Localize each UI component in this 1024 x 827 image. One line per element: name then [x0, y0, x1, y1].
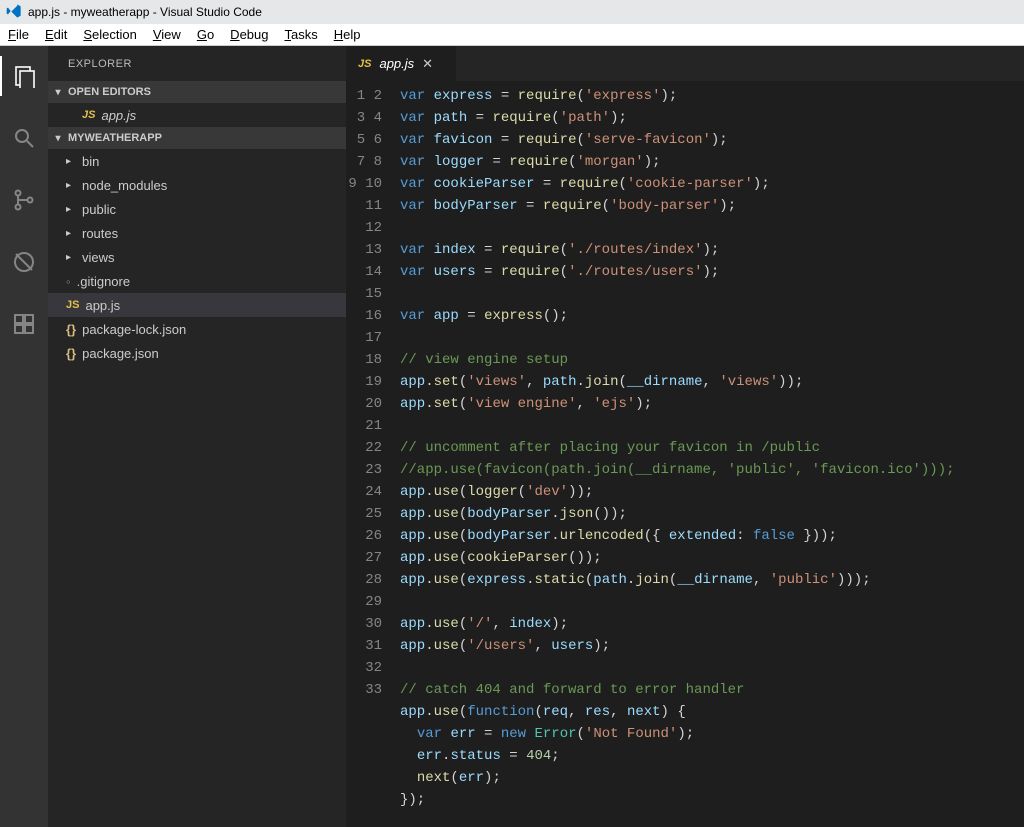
file-name: app.js — [101, 108, 136, 123]
activity-git-icon[interactable] — [0, 180, 48, 220]
menu-file[interactable]: File — [0, 25, 37, 44]
json-file-icon: {} — [66, 322, 76, 337]
activity-explorer-icon[interactable] — [0, 56, 48, 96]
folder-node_modules[interactable]: ▸ node_modules — [48, 173, 346, 197]
folder-views[interactable]: ▸ views — [48, 245, 346, 269]
folder-public[interactable]: ▸ public — [48, 197, 346, 221]
tree-item-label: routes — [82, 226, 118, 241]
project-header[interactable]: ▾ MYWEATHERAPP — [48, 127, 346, 149]
js-file-icon: JS — [82, 109, 95, 121]
workbench: EXPLORER ▾ OPEN EDITORS JS app.js ▾ MYWEA… — [0, 46, 1024, 827]
tab-label: app.js — [379, 56, 414, 71]
chevron-right-icon: ▸ — [66, 228, 76, 239]
js-file-icon: JS — [358, 58, 371, 70]
activity-search-icon[interactable] — [0, 118, 48, 158]
tree-item-label: node_modules — [82, 178, 167, 193]
line-number-gutter: 1 2 3 4 5 6 7 8 9 10 11 12 13 14 15 16 1… — [346, 81, 400, 827]
chevron-right-icon: ▸ — [66, 180, 76, 191]
menu-debug[interactable]: Debug — [222, 25, 276, 44]
folder-routes[interactable]: ▸ routes — [48, 221, 346, 245]
activity-extensions-icon[interactable] — [0, 304, 48, 344]
open-editors-header[interactable]: ▾ OPEN EDITORS — [48, 81, 346, 103]
activity-bar — [0, 46, 48, 827]
open-editor-item[interactable]: JS app.js — [48, 103, 346, 127]
menu-view[interactable]: View — [145, 25, 189, 44]
file-tree: ▸ bin ▸ node_modules ▸ public ▸ routes ▸ views ◦ .g… — [48, 149, 346, 365]
json-file-icon: {} — [66, 346, 76, 361]
tree-item-label: views — [82, 250, 115, 265]
activity-debug-icon[interactable] — [0, 242, 48, 282]
tree-item-label: package.json — [82, 346, 159, 361]
chevron-down-icon: ▾ — [52, 87, 64, 98]
menu-edit[interactable]: Edit — [37, 25, 75, 44]
open-editors-list: JS app.js — [48, 103, 346, 127]
menu-tasks[interactable]: Tasks — [276, 25, 325, 44]
menu-selection[interactable]: Selection — [75, 25, 144, 44]
chevron-right-icon: ▸ — [66, 156, 76, 167]
code-content[interactable]: var express = require('express'); var pa… — [400, 81, 1024, 827]
file-package-lock-json[interactable]: {} package-lock.json — [48, 317, 346, 341]
folder-bin[interactable]: ▸ bin — [48, 149, 346, 173]
project-label: MYWEATHERAPP — [68, 132, 162, 144]
menubar: FileEditSelectionViewGoDebugTasksHelp — [0, 24, 1024, 46]
open-editors-label: OPEN EDITORS — [68, 86, 151, 98]
chevron-down-icon: ▾ — [52, 133, 64, 144]
tree-item-label: package-lock.json — [82, 322, 186, 337]
sidebar: EXPLORER ▾ OPEN EDITORS JS app.js ▾ MYWEA… — [48, 46, 346, 827]
vscode-logo-icon — [6, 3, 22, 22]
chevron-right-icon: ▸ — [66, 204, 76, 215]
gitignore-file-icon: ◦ — [66, 274, 71, 289]
editor-tab-appjs[interactable]: JS app.js ✕ — [346, 46, 456, 81]
editor-body[interactable]: 1 2 3 4 5 6 7 8 9 10 11 12 13 14 15 16 1… — [346, 81, 1024, 827]
tree-item-label: bin — [82, 154, 99, 169]
window-title: app.js - myweatherapp - Visual Studio Co… — [28, 5, 262, 19]
menu-help[interactable]: Help — [326, 25, 369, 44]
tree-item-label: app.js — [85, 298, 120, 313]
file-app-js[interactable]: JS app.js — [48, 293, 346, 317]
chevron-right-icon: ▸ — [66, 252, 76, 263]
sidebar-title: EXPLORER — [48, 46, 346, 81]
editor-area: JS app.js ✕ 1 2 3 4 5 6 7 8 9 10 11 12 1… — [346, 46, 1024, 827]
file--gitignore[interactable]: ◦ .gitignore — [48, 269, 346, 293]
tree-item-label: .gitignore — [77, 274, 130, 289]
file-package-json[interactable]: {} package.json — [48, 341, 346, 365]
tree-item-label: public — [82, 202, 116, 217]
menu-go[interactable]: Go — [189, 25, 222, 44]
js-file-icon: JS — [66, 299, 79, 311]
tab-bar: JS app.js ✕ — [346, 46, 1024, 81]
close-icon[interactable]: ✕ — [422, 56, 433, 72]
titlebar: app.js - myweatherapp - Visual Studio Co… — [0, 0, 1024, 24]
